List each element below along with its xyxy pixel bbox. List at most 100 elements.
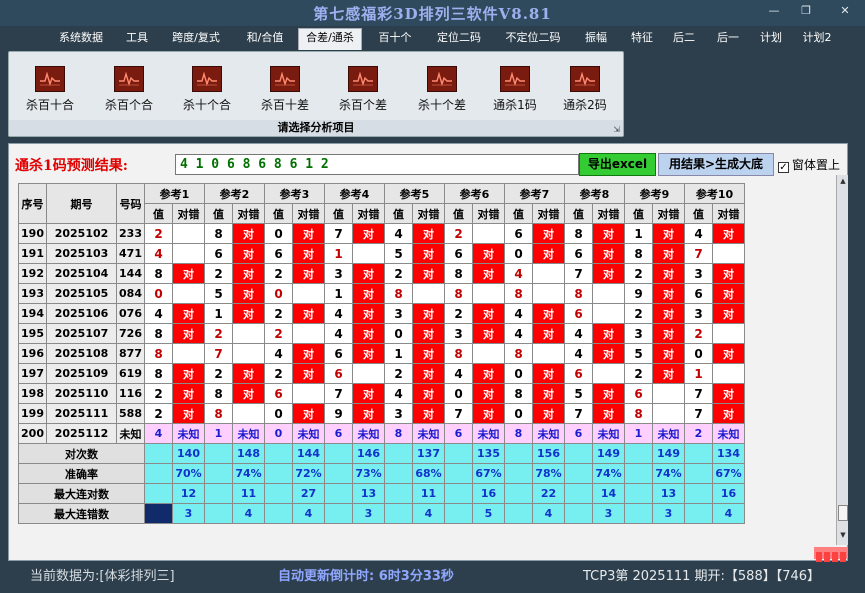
table-row[interactable]: 191 2025103 471 4 6 对 6 对 1 5 对 6 对 0 对 6 对 8 对 7 — [18, 243, 745, 264]
ref-header: 参考7 — [504, 183, 565, 204]
result-cell — [592, 303, 625, 324]
table-row[interactable]: 196 2025108 877 8 7 4 对 6 对 1 对 8 8 4 对 5 对 0 对 — [18, 343, 745, 364]
stats-value: 12 — [172, 483, 205, 504]
ribbon-expand-icon[interactable]: ⇲ — [613, 125, 620, 134]
stats-value: 74% — [232, 463, 265, 484]
ref-header: 参考1 — [144, 183, 205, 204]
ribbon-button[interactable]: 杀百个差 — [328, 66, 398, 116]
table-row[interactable]: 190 2025102 233 2 8 对 0 对 7 对 4 对 2 6 对 8 对 1 对 4 对 — [18, 223, 745, 244]
table-row[interactable]: 193 2025105 084 0 5 对 0 1 对 8 8 8 8 9 对 6 对 — [18, 283, 745, 304]
value-cell: 2 — [264, 263, 293, 284]
menu-item[interactable]: 不定位二码 — [498, 30, 568, 50]
stats-value: 74% — [652, 463, 685, 484]
maximize-icon[interactable]: ❐ — [797, 4, 815, 18]
table-row[interactable]: 192 2025104 144 8 对 2 对 2 对 3 对 2 对 8 对 4 7 对 2 对 3 对 — [18, 263, 745, 284]
scroll-thumb[interactable] — [838, 505, 848, 521]
menu-item[interactable]: 工具 — [122, 30, 152, 50]
close-icon[interactable]: ✕ — [836, 4, 854, 18]
stats-label: 最大连对数 — [18, 483, 145, 504]
scroll-up-icon[interactable]: ▲ — [838, 177, 848, 185]
table-row[interactable]: 198 2025110 116 2 对 8 对 6 7 对 4 对 0 对 8 对 5 对 6 7 对 — [18, 383, 745, 404]
stats-value: 13 — [352, 483, 385, 504]
result-cell: 对 — [352, 303, 385, 324]
result-cell: 对 — [592, 223, 625, 244]
table-row[interactable]: 197 2025109 619 8 对 2 对 2 对 6 2 对 4 对 0 对 6 2 对 1 — [18, 363, 745, 384]
prediction-result-field[interactable]: 4 1 0 6 8 6 8 6 1 2 — [175, 154, 579, 175]
seq-cell: 190 — [18, 223, 47, 244]
result-header: 对错 — [532, 203, 565, 224]
ribbon-button[interactable]: 杀十个差 — [407, 66, 477, 116]
ribbon-button[interactable]: 杀百十差 — [250, 66, 320, 116]
value-cell: 7 — [564, 403, 593, 424]
result-cell: 对 — [412, 383, 445, 404]
menu-item[interactable]: 定位二码 — [430, 30, 488, 50]
result-cell: 对 — [472, 383, 505, 404]
result-cell: 对 — [652, 303, 685, 324]
topmost-checkbox[interactable]: ✓ 窗体置上 — [778, 156, 840, 173]
ribbon-caption: 请选择分析项目 — [9, 120, 623, 136]
export-excel-button[interactable]: 导出excel — [579, 153, 656, 176]
menu-item[interactable]: 合差/通杀 — [298, 28, 362, 50]
menu-item[interactable]: 特征 — [623, 30, 661, 50]
value-header: 值 — [564, 203, 593, 224]
menu-item[interactable]: 和/合值 — [240, 30, 290, 50]
value-cell: 4 — [684, 223, 713, 244]
result-cell — [172, 343, 205, 364]
menu-item[interactable]: 后一 — [710, 30, 746, 50]
table-row[interactable]: 199 2025111 588 2 对 8 0 对 9 对 3 对 7 对 0 对 7 对 8 7 对 — [18, 403, 745, 424]
scroll-down-icon[interactable]: ▼ — [838, 531, 848, 539]
value-cell: 4 — [564, 343, 593, 364]
ribbon-button-label: 杀十个差 — [417, 98, 466, 112]
menu-item[interactable]: 振幅 — [578, 30, 614, 50]
value-cell: 2 — [144, 223, 173, 244]
generate-base-button[interactable]: 用结果>生成大底 — [658, 153, 774, 176]
ribbon-button[interactable]: 杀十个合 — [172, 66, 242, 116]
stats-blank-cell — [684, 463, 713, 484]
stats-blank-cell — [324, 443, 353, 464]
result-cell: 对 — [172, 403, 205, 424]
analysis-ribbon: 杀百十合 杀百个合 杀十个合 杀百十差 杀百个差 杀十个差 通杀1码 通杀2码 请选择分析项目… — [8, 51, 624, 137]
stats-blank-cell — [264, 483, 293, 504]
menu-item[interactable]: 计划2 — [798, 30, 836, 50]
menu-item[interactable]: 计划 — [755, 30, 787, 50]
menu-item[interactable]: 后二 — [668, 30, 700, 50]
menu-item[interactable]: 系统数据 — [54, 30, 108, 50]
unknown-result-cell: 未知 — [352, 423, 385, 444]
stats-value: 148 — [232, 443, 265, 464]
result-cell — [172, 283, 205, 304]
vertical-scrollbar[interactable]: ▲ ▼ — [836, 175, 848, 545]
value-cell: 8 — [144, 363, 173, 384]
prediction-row[interactable]: 200 2025112 未知 4 未知 1 未知 0 未知 6 未知 8 未知 6 未知 8 未知 6 未知 1 未知 2… — [18, 423, 745, 444]
value-cell: 9 — [624, 283, 653, 304]
table-row[interactable]: 195 2025107 726 8 对 2 2 4 对 0 对 3 对 4 对 4 对 3 对 2 — [18, 323, 745, 344]
result-panel: 通杀1码预测结果: 4 1 0 6 8 6 8 6 1 2 导出excel 用结… — [8, 143, 848, 562]
minimize-icon[interactable]: — — [765, 4, 783, 18]
seq-cell: 200 — [18, 423, 47, 444]
value-cell: 8 — [384, 283, 413, 304]
ribbon-button[interactable]: 通杀2码 — [550, 66, 620, 116]
value-cell: 4 — [384, 383, 413, 404]
checkbox-icon[interactable]: ✓ — [778, 162, 789, 173]
ribbon-button[interactable]: 杀百十合 — [15, 66, 85, 116]
result-cell: 对 — [592, 323, 625, 344]
menu-item[interactable]: 百十个 — [375, 30, 415, 50]
stats-blank-cell — [684, 443, 713, 464]
value-cell: 8 — [504, 283, 533, 304]
value-cell: 8 — [444, 263, 473, 284]
ribbon-button[interactable]: 通杀1码 — [480, 66, 550, 116]
value-cell: 7 — [324, 383, 353, 404]
selected-cell[interactable] — [144, 503, 173, 524]
value-cell: 4 — [324, 323, 353, 344]
result-cell: 对 — [472, 363, 505, 384]
ribbon-button[interactable]: 杀百个合 — [94, 66, 164, 116]
prediction-label: 通杀1码预测结果: — [15, 158, 128, 174]
value-cell: 3 — [444, 323, 473, 344]
menu-item[interactable]: 跨度/复式 — [166, 30, 226, 50]
result-cell: 对 — [292, 403, 325, 424]
result-cell: 对 — [172, 303, 205, 324]
chart-icon — [192, 66, 222, 92]
predicted-value-cell: 8 — [384, 423, 413, 444]
result-cell — [292, 283, 325, 304]
table-row[interactable]: 194 2025106 076 4 对 1 对 2 对 4 对 3 对 2 对 4 对 6 2 对 3 对 — [18, 303, 745, 324]
result-cell: 对 — [472, 303, 505, 324]
